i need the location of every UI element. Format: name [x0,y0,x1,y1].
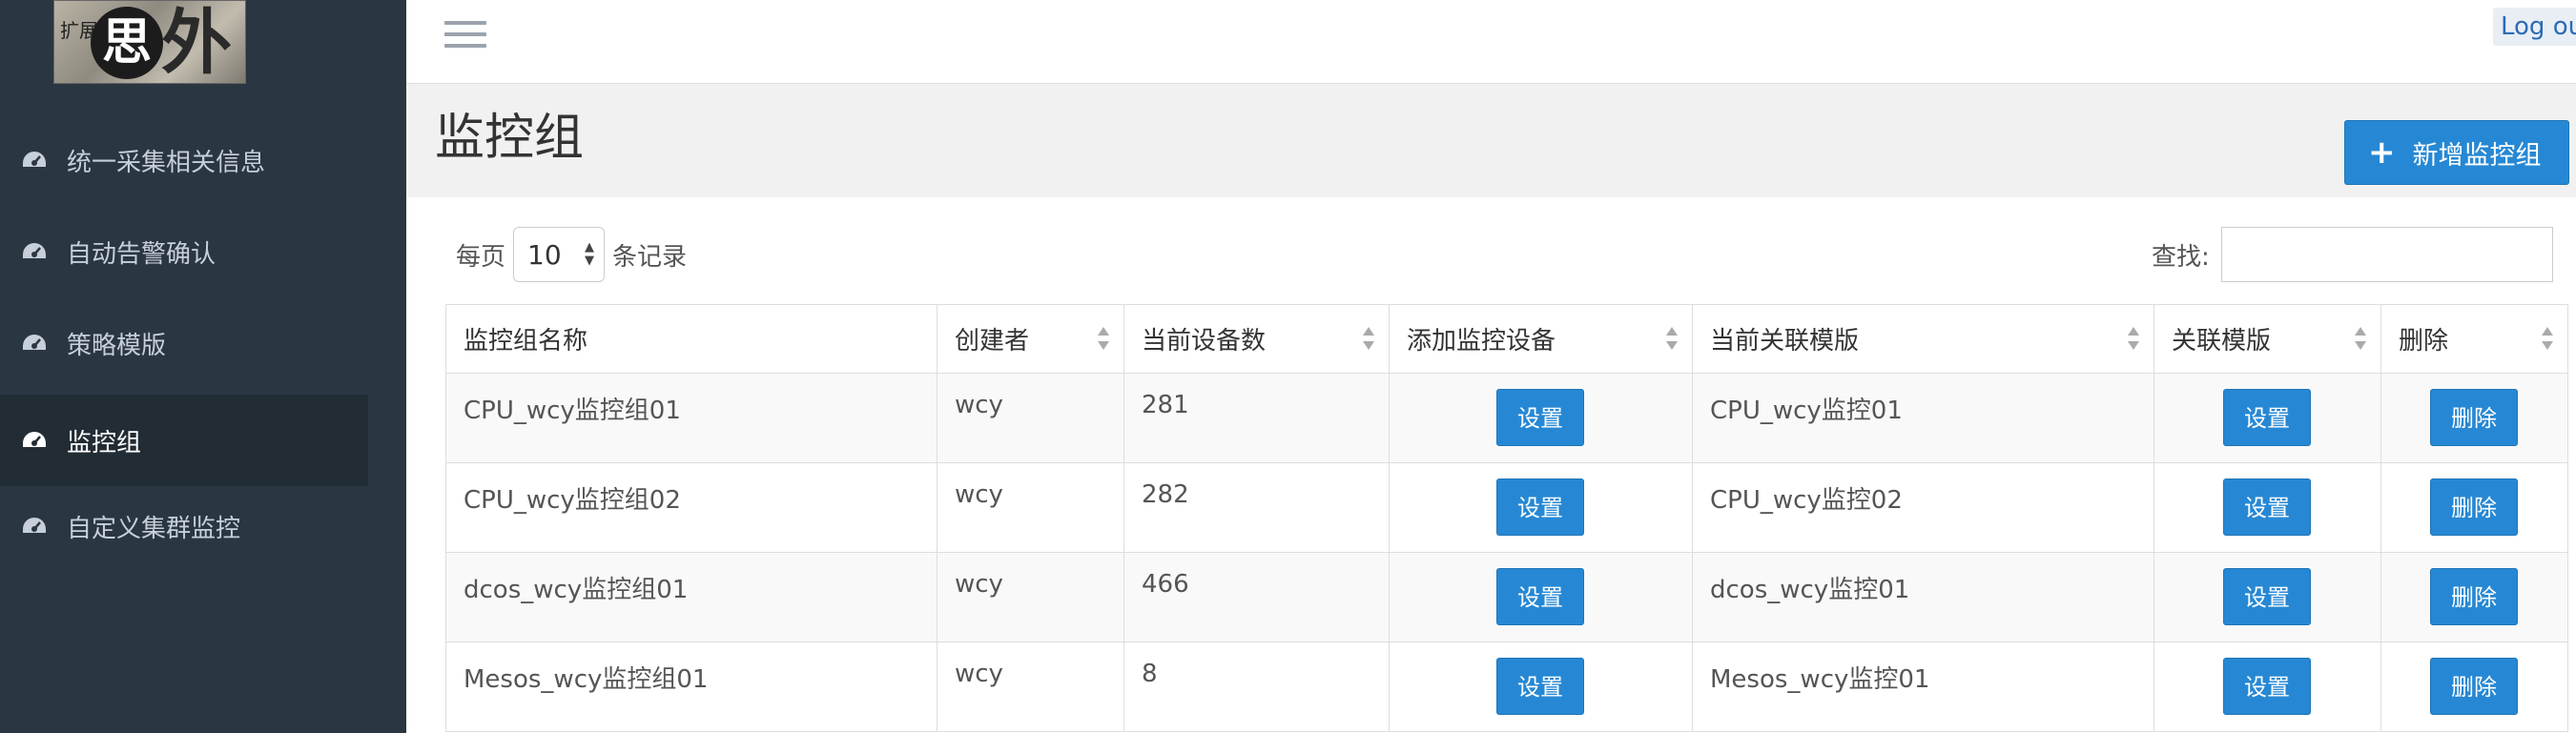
logo[interactable]: 扩展 思 外 [53,0,246,84]
add-button-label: 新增监控组 [2412,140,2542,171]
cell-creator: wcy [937,373,1124,463]
sidebar-item-label: 自定义集群监控 [67,514,241,543]
delete-button[interactable]: 删除 [2430,389,2518,446]
cell-name: CPU_wcy监控组01 [445,373,938,463]
dashboard-icon [23,518,46,533]
delete-button[interactable]: 删除 [2430,478,2518,536]
sidebar-item-label: 策略模版 [67,331,167,360]
search-label: 查找: [2152,242,2210,272]
menu-toggle-icon[interactable] [444,21,486,53]
table-header-row: 监控组名称 创建者 当前设备数 添加监控设备 当前关联模版 关联模版 删除 [445,304,2568,374]
cell-creator: wcy [937,641,1124,732]
sort-icon [2355,327,2366,350]
select-arrows-icon: ▲ ▼ [585,240,595,268]
cell-template: dcos_wcy监控01 [1692,552,2154,642]
monitor-group-table: 监控组名称 创建者 当前设备数 添加监控设备 当前关联模版 关联模版 删除 CP… [445,304,2568,732]
cell-creator: wcy [937,552,1124,642]
add-device-set-button[interactable]: 设置 [1496,478,1584,536]
cell-name: dcos_wcy监控组01 [445,552,938,642]
sidebar-item-auto-alert[interactable]: 自动告警确认 [0,206,368,297]
sidebar-item-label: 监控组 [67,428,142,458]
column-header-name[interactable]: 监控组名称 [445,304,938,374]
sidebar-item-custom-cluster[interactable]: 自定义集群监控 [0,480,368,572]
column-header-add-device[interactable]: 添加监控设备 [1389,304,1693,374]
cell-device-count: 8 [1123,641,1390,732]
link-template-set-button[interactable]: 设置 [2223,658,2311,715]
sidebar-item-unified-collection[interactable]: 统一采集相关信息 [0,114,368,206]
search-input[interactable] [2220,227,2553,282]
delete-button[interactable]: 删除 [2430,568,2518,625]
sort-icon [2542,327,2553,350]
dashboard-icon [23,243,46,258]
search-control: 查找: [2152,227,2553,282]
cell-template: CPU_wcy监控02 [1692,462,2154,553]
column-header-current-template[interactable]: 当前关联模版 [1692,304,2154,374]
sort-icon [1098,327,1109,350]
add-monitor-group-button[interactable]: + 新增监控组 [2344,120,2569,185]
sort-icon [2128,327,2139,350]
sidebar-item-monitor-group[interactable]: 监控组 [0,395,368,486]
table-row: Mesos_wcy监控组01 wcy 8 设置 Mesos_wcy监控01 设置… [445,641,2568,732]
link-template-set-button[interactable]: 设置 [2223,478,2311,536]
sidebar-item-policy-template[interactable]: 策略模版 [0,297,368,389]
link-template-set-button[interactable]: 设置 [2223,389,2311,446]
page-length-control: 每页 10 ▲ ▼ 条记录 [456,227,687,282]
dashboard-icon [23,335,46,350]
page-title: 监控组 [435,110,585,167]
column-header-link-template[interactable]: 关联模版 [2154,304,2381,374]
column-header-delete[interactable]: 删除 [2380,304,2568,374]
page-length-select[interactable]: 10 ▲ ▼ [513,227,606,282]
logo-seal: 思 [91,7,163,79]
column-header-device-count[interactable]: 当前设备数 [1123,304,1390,374]
cell-creator: wcy [937,462,1124,553]
cell-device-count: 466 [1123,552,1390,642]
cell-template: CPU_wcy监控01 [1692,373,2154,463]
add-device-set-button[interactable]: 设置 [1496,568,1584,625]
table-row: dcos_wcy监控组01 wcy 466 设置 dcos_wcy监控01 设置… [445,552,2568,642]
add-device-set-button[interactable]: 设置 [1496,389,1584,446]
column-header-creator[interactable]: 创建者 [937,304,1124,374]
top-bar [406,0,2576,84]
cell-name: Mesos_wcy监控组01 [445,641,938,732]
sidebar-item-label: 自动告警确认 [67,239,216,269]
length-suffix: 条记录 [612,242,688,272]
cell-device-count: 281 [1123,373,1390,463]
dashboard-icon [23,152,46,167]
table-row: CPU_wcy监控组01 wcy 281 设置 CPU_wcy监控01 设置 删… [445,373,2568,463]
table-row: CPU_wcy监控组02 wcy 282 设置 CPU_wcy监控02 设置 删… [445,462,2568,553]
cell-name: CPU_wcy监控组02 [445,462,938,553]
logout-button[interactable]: Log ou [2493,8,2576,46]
length-value: 10 [527,238,562,271]
delete-button[interactable]: 删除 [2430,658,2518,715]
sidebar-item-label: 统一采集相关信息 [67,148,266,177]
add-device-set-button[interactable]: 设置 [1496,658,1584,715]
sort-icon [1666,327,1678,350]
sidebar: 扩展 思 外 统一采集相关信息 自动告警确认 策略模版 监控组 自定义集群监控 [0,0,406,733]
sort-icon [1363,327,1374,350]
length-prefix: 每页 [456,242,506,272]
cell-template: Mesos_wcy监控01 [1692,641,2154,732]
dashboard-icon [23,432,46,447]
cell-device-count: 282 [1123,462,1390,553]
plus-icon: + [2368,133,2396,172]
logo-brush-glyph: 外 [161,2,232,84]
link-template-set-button[interactable]: 设置 [2223,568,2311,625]
